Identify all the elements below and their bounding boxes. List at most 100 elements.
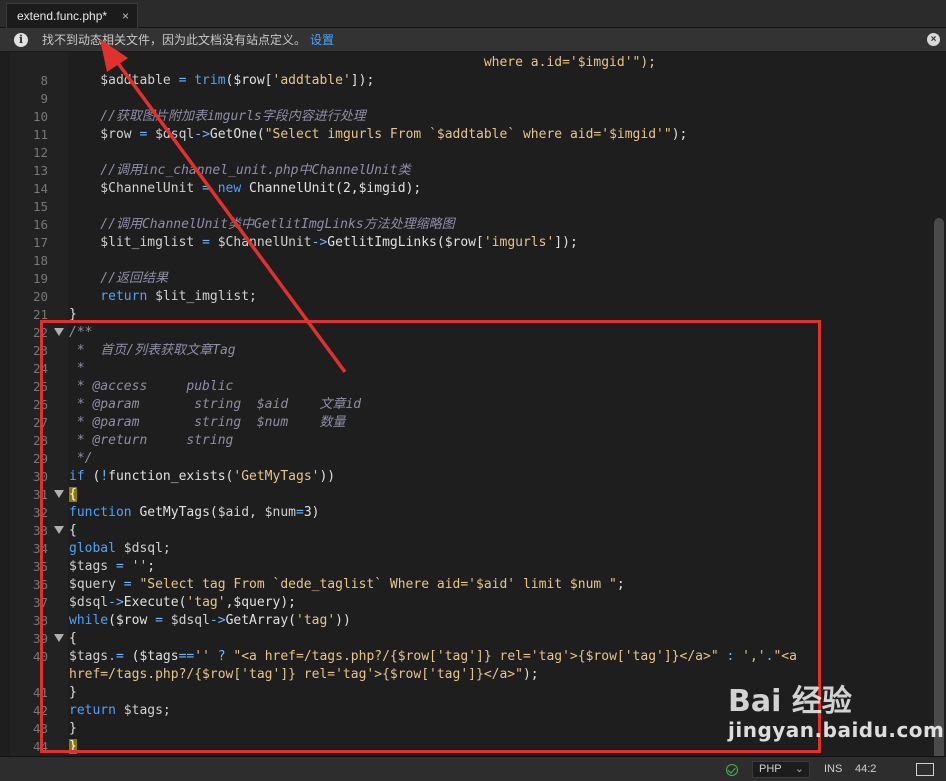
code-line[interactable]: 32 function GetMyTags($aid, $num=3) (0, 504, 940, 522)
code-text: } (69, 738, 77, 756)
code-text: //获取图片附加表imgurls字段内容进行处理 (69, 108, 365, 126)
code-line[interactable]: 29 */ (0, 450, 940, 468)
code-line[interactable]: 17 $lit_imglist = $ChannelUnit->GetlitIm… (0, 234, 940, 252)
code-line[interactable]: 20 return $lit_imglist; (0, 288, 940, 306)
code-token: GetMyTags( (131, 505, 218, 520)
code-line[interactable]: 34 global $dsql; (0, 540, 940, 558)
code-token: } (69, 685, 77, 700)
code-token: $lit_imglist (69, 235, 203, 250)
line-number: 19 (32, 271, 48, 286)
code-line[interactable]: 8 $addtable = trim($row['addtable']); (0, 72, 940, 90)
code-line[interactable]: 18 (0, 252, 940, 270)
code-line[interactable]: 23 * 首页/列表获取文章Tag (0, 342, 940, 360)
code-line[interactable]: 24 * (0, 360, 940, 378)
code-token: } (69, 739, 77, 754)
code-text: //调用ChannelUnit类中GetlitImgLinks方法处理缩略图 (69, 216, 454, 234)
code-text: * @access public (69, 378, 234, 396)
info-icon: i (14, 33, 28, 47)
code-token: $ChannelUnit (209, 235, 312, 250)
code-line[interactable]: 37 $dsql->Execute('tag',$query); (0, 594, 940, 612)
line-number: 14 (32, 181, 48, 196)
fold-arrow-icon[interactable] (54, 328, 64, 336)
line-number: 17 (32, 235, 48, 250)
code-line[interactable]: 27 * @param string $num 数量 (0, 414, 940, 432)
code-line[interactable]: 11 $row = $dsql->GetOne("Select imgurls … (0, 126, 940, 144)
code-line[interactable]: 25 * @access public (0, 378, 940, 396)
line-number: 42 (32, 703, 48, 718)
close-infobar-icon[interactable]: × (927, 33, 940, 46)
code-line[interactable]: where a.id='$imgid'"); (0, 54, 940, 72)
code-line[interactable]: 26 * @param string $aid 文章id (0, 396, 940, 414)
code-token: "<a href=/tags.php?/{$row['tag']} rel='t… (225, 649, 719, 664)
code-line[interactable]: 41} (0, 684, 940, 702)
code-line[interactable]: 21} (0, 306, 940, 324)
fold-arrow-icon[interactable] (54, 526, 64, 534)
code-text: if (!function_exists('GetMyTags')) (69, 468, 335, 486)
line-number: 31 (32, 487, 48, 502)
code-token: = (155, 613, 163, 628)
code-line[interactable]: 13 //调用inc_channel_unit.php中ChannelUnit类 (0, 162, 940, 180)
code-line[interactable]: 22 /** (0, 324, 940, 342)
line-number: 11 (32, 127, 48, 142)
code-text: * @param string $aid 文章id (69, 396, 361, 414)
line-number: 12 (32, 145, 48, 160)
vertical-scrollbar[interactable] (932, 52, 946, 766)
code-text: $tags = ''; (69, 558, 155, 576)
code-token: . (108, 649, 116, 664)
code-line[interactable]: 31 { (0, 486, 940, 504)
code-text: where a.id='$imgid'"); (69, 54, 656, 72)
code-text: $addtable = trim($row['addtable']); (69, 72, 374, 90)
code-line[interactable]: 33 { (0, 522, 940, 540)
chevron-down-icon: ⌄ (794, 763, 804, 775)
code-line[interactable]: 44} (0, 738, 940, 756)
file-tab[interactable]: extend.func.php* × (6, 3, 138, 28)
code-token: new (209, 181, 242, 196)
code-line[interactable]: 42 return $tags; (0, 702, 940, 720)
close-tab-icon[interactable]: × (122, 4, 129, 28)
code-line[interactable]: 9 (0, 90, 940, 108)
code-line[interactable]: 10 //获取图片附加表imgurls字段内容进行处理 (0, 108, 940, 126)
info-bar: i 找不到动态相关文件，因为此文档没有站点定义。 设置 × (0, 28, 946, 52)
code-token: 'tag' (186, 595, 226, 610)
code-line[interactable]: 30 if (!function_exists('GetMyTags')) (0, 468, 940, 486)
code-token: -> (311, 235, 328, 250)
code-text: $dsql->Execute('tag',$query); (69, 594, 296, 612)
code-line[interactable]: 38 while($row = $dsql->GetArray('tag')) (0, 612, 940, 630)
code-token: = (296, 505, 304, 520)
code-line[interactable]: 36 $query = "Select tag From `dede_taglis… (0, 576, 940, 594)
code-token: function_exists( (108, 469, 234, 484)
code-token: ; (616, 577, 625, 592)
settings-link[interactable]: 设置 (310, 28, 334, 52)
code-text: $row = $dsql->GetOne("Select imgurls Fro… (69, 126, 687, 144)
code-line[interactable]: 15 (0, 198, 940, 216)
code-line[interactable]: 35 $tags = ''; (0, 558, 940, 576)
code-line[interactable]: 43} (0, 720, 940, 738)
code-token: $query (69, 577, 124, 592)
code-line[interactable]: 19 //返回结果 (0, 270, 940, 288)
code-text: return $tags; (69, 702, 171, 720)
code-text: } (69, 684, 77, 702)
code-token: ); (522, 667, 539, 682)
line-number: 15 (32, 199, 48, 214)
code-line[interactable]: 14 $ChannelUnit = new ChannelUnit(2,$img… (0, 180, 940, 198)
fold-arrow-icon[interactable] (54, 634, 64, 642)
check-icon (726, 764, 738, 776)
code-line[interactable]: 39 { (0, 630, 940, 648)
preview-icon[interactable] (916, 763, 934, 776)
language-select[interactable]: PHP ⌄ (752, 761, 810, 778)
code-editor[interactable]: where a.id='$imgid'"); 8 $addtable = trim… (0, 52, 946, 756)
code-token: $dsql (69, 595, 109, 610)
code-line[interactable]: 12 (0, 144, 940, 162)
code-line[interactable]: 40 $tags.= ($tags=='' ? "<a href=/tags.ph… (0, 648, 940, 666)
code-token: * 首页/列表获取文章Tag (69, 343, 236, 358)
code-text: $tags.= ($tags=='' ? "<a href=/tags.php?… (69, 648, 797, 666)
code-token: $dsql (147, 127, 195, 142)
status-bar: PHP ⌄ INS 44:2 (0, 756, 946, 781)
code-line[interactable]: 16 //调用ChannelUnit类中GetlitImgLinks方法处理缩略… (0, 216, 940, 234)
line-number: 10 (32, 109, 48, 124)
code-line[interactable]: 28 * @return string (0, 432, 940, 450)
code-line[interactable]: href=/tags.php?/{$row['tag']} rel='tag'>… (0, 666, 940, 684)
scrollbar-thumb[interactable] (934, 218, 944, 766)
insert-mode[interactable]: INS (824, 757, 842, 781)
fold-arrow-icon[interactable] (54, 490, 64, 498)
